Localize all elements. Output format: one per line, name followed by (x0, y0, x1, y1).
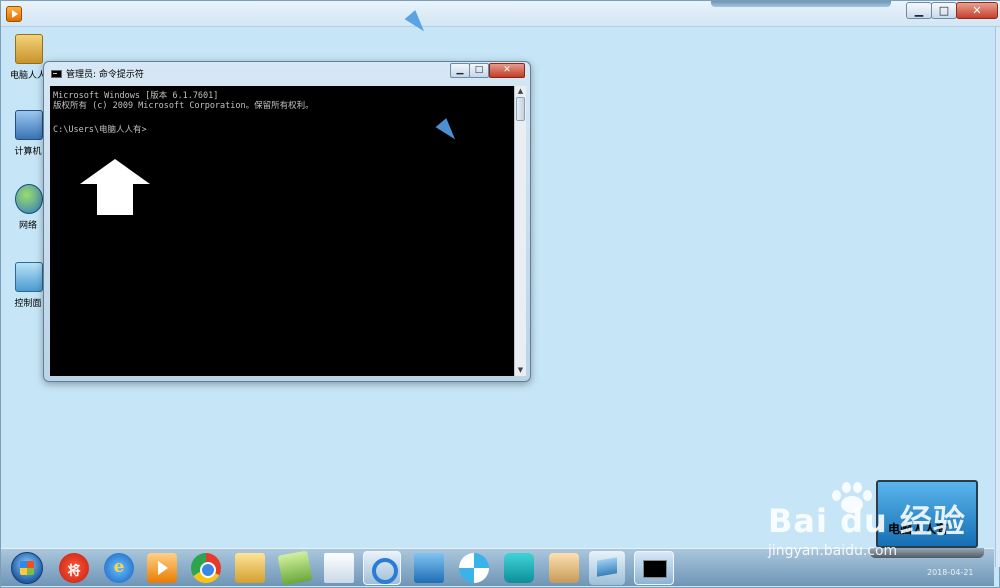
control-panel-icon (15, 262, 43, 292)
top-strip (711, 1, 891, 7)
jiang-glyph: 将 (67, 564, 81, 579)
player-close-button[interactable]: ✕ (956, 2, 998, 19)
watermark-url: jingyan.baidu.com (768, 543, 898, 559)
maximize-icon: □ (938, 4, 950, 17)
taskbar-headset-icon[interactable] (504, 553, 534, 583)
taskbar-media-player-icon[interactable] (147, 553, 177, 583)
minimize-icon: ▁ (456, 65, 464, 75)
taskbar-search-app-icon[interactable] (363, 551, 401, 585)
desktop-icon-control-panel[interactable]: 控制面 (8, 262, 48, 318)
start-button[interactable] (11, 552, 43, 584)
desktop-icon-label: 控制面 (14, 299, 42, 309)
cmd-minimize-button[interactable]: ▁ (450, 63, 470, 78)
desktop-icon-label: 网络 (18, 221, 37, 231)
cmd-scrollbar[interactable]: ▲ ▼ (514, 86, 526, 376)
cmd-window-title: 管理员: 命令提示符 (66, 70, 144, 80)
computer-icon (15, 110, 43, 140)
taskbar-paint-icon[interactable] (549, 553, 579, 583)
taskbar-jiang-app-icon[interactable]: 将 (59, 553, 89, 583)
taskbar-ie-icon[interactable]: e (104, 553, 134, 583)
player-minimize-button[interactable]: ▁ (906, 2, 932, 19)
maximize-icon: □ (474, 65, 484, 75)
network-globe-icon (15, 184, 43, 214)
desktop-icon-computer[interactable]: 计算机 (8, 110, 48, 166)
cmd-app-icon[interactable] (51, 70, 62, 78)
ie-glyph: e (113, 557, 125, 577)
desktop-icon-network[interactable]: 网络 (8, 184, 48, 240)
cmd-close-button[interactable]: ✕ (489, 63, 525, 78)
cmd-maximize-button[interactable]: □ (469, 63, 489, 78)
date-text: 2018-04-21 (927, 568, 974, 577)
minimize-icon: ▁ (914, 4, 924, 17)
desktop-icon-user-folder[interactable]: 电脑人人 (8, 34, 48, 90)
taskbar-document-icon[interactable] (324, 553, 354, 583)
taskbar-cmd-icon[interactable] (634, 551, 674, 585)
taskbar-remote-desktop-icon[interactable] (414, 553, 444, 583)
desktop-icon-label: 电脑人人 (9, 71, 46, 81)
taskbar-chrome-icon[interactable] (191, 553, 221, 583)
close-icon: ✕ (972, 4, 982, 17)
taskbar-sticky-notes-icon[interactable] (277, 550, 313, 586)
player-right-edge (995, 27, 1000, 567)
player-maximize-button[interactable]: □ (931, 2, 957, 19)
console-prompt[interactable]: C:\Users\电脑人人有> (53, 123, 147, 135)
scroll-up-arrow-icon[interactable]: ▲ (515, 86, 526, 96)
player-app-icon[interactable] (6, 6, 22, 22)
console-line: 版权所有 (c) 2009 Microsoft Corporation。保留所有… (53, 101, 314, 111)
scroll-down-arrow-icon[interactable]: ▼ (515, 365, 526, 375)
scroll-thumb[interactable] (516, 97, 525, 121)
taskbar-window-app-icon[interactable] (589, 551, 625, 585)
cmd-window[interactable]: 管理员: 命令提示符 ▁ □ ✕ Microsoft Windows [版本 6… (43, 61, 531, 382)
taskbar-file-explorer-icon[interactable] (235, 553, 265, 583)
desktop-icon-label: 计算机 (14, 147, 42, 157)
taskbar-pinwheel-icon[interactable] (459, 553, 489, 583)
baidu-watermark: Bai du 经验 (768, 502, 966, 540)
up-arrow-icon (80, 159, 150, 215)
player-titlebar[interactable]: ▁ □ ✕ (1, 1, 1000, 27)
close-icon: ✕ (503, 65, 511, 75)
cmd-titlebar[interactable]: 管理员: 命令提示符 ▁ □ ✕ (44, 62, 530, 84)
user-folder-icon (15, 34, 43, 64)
